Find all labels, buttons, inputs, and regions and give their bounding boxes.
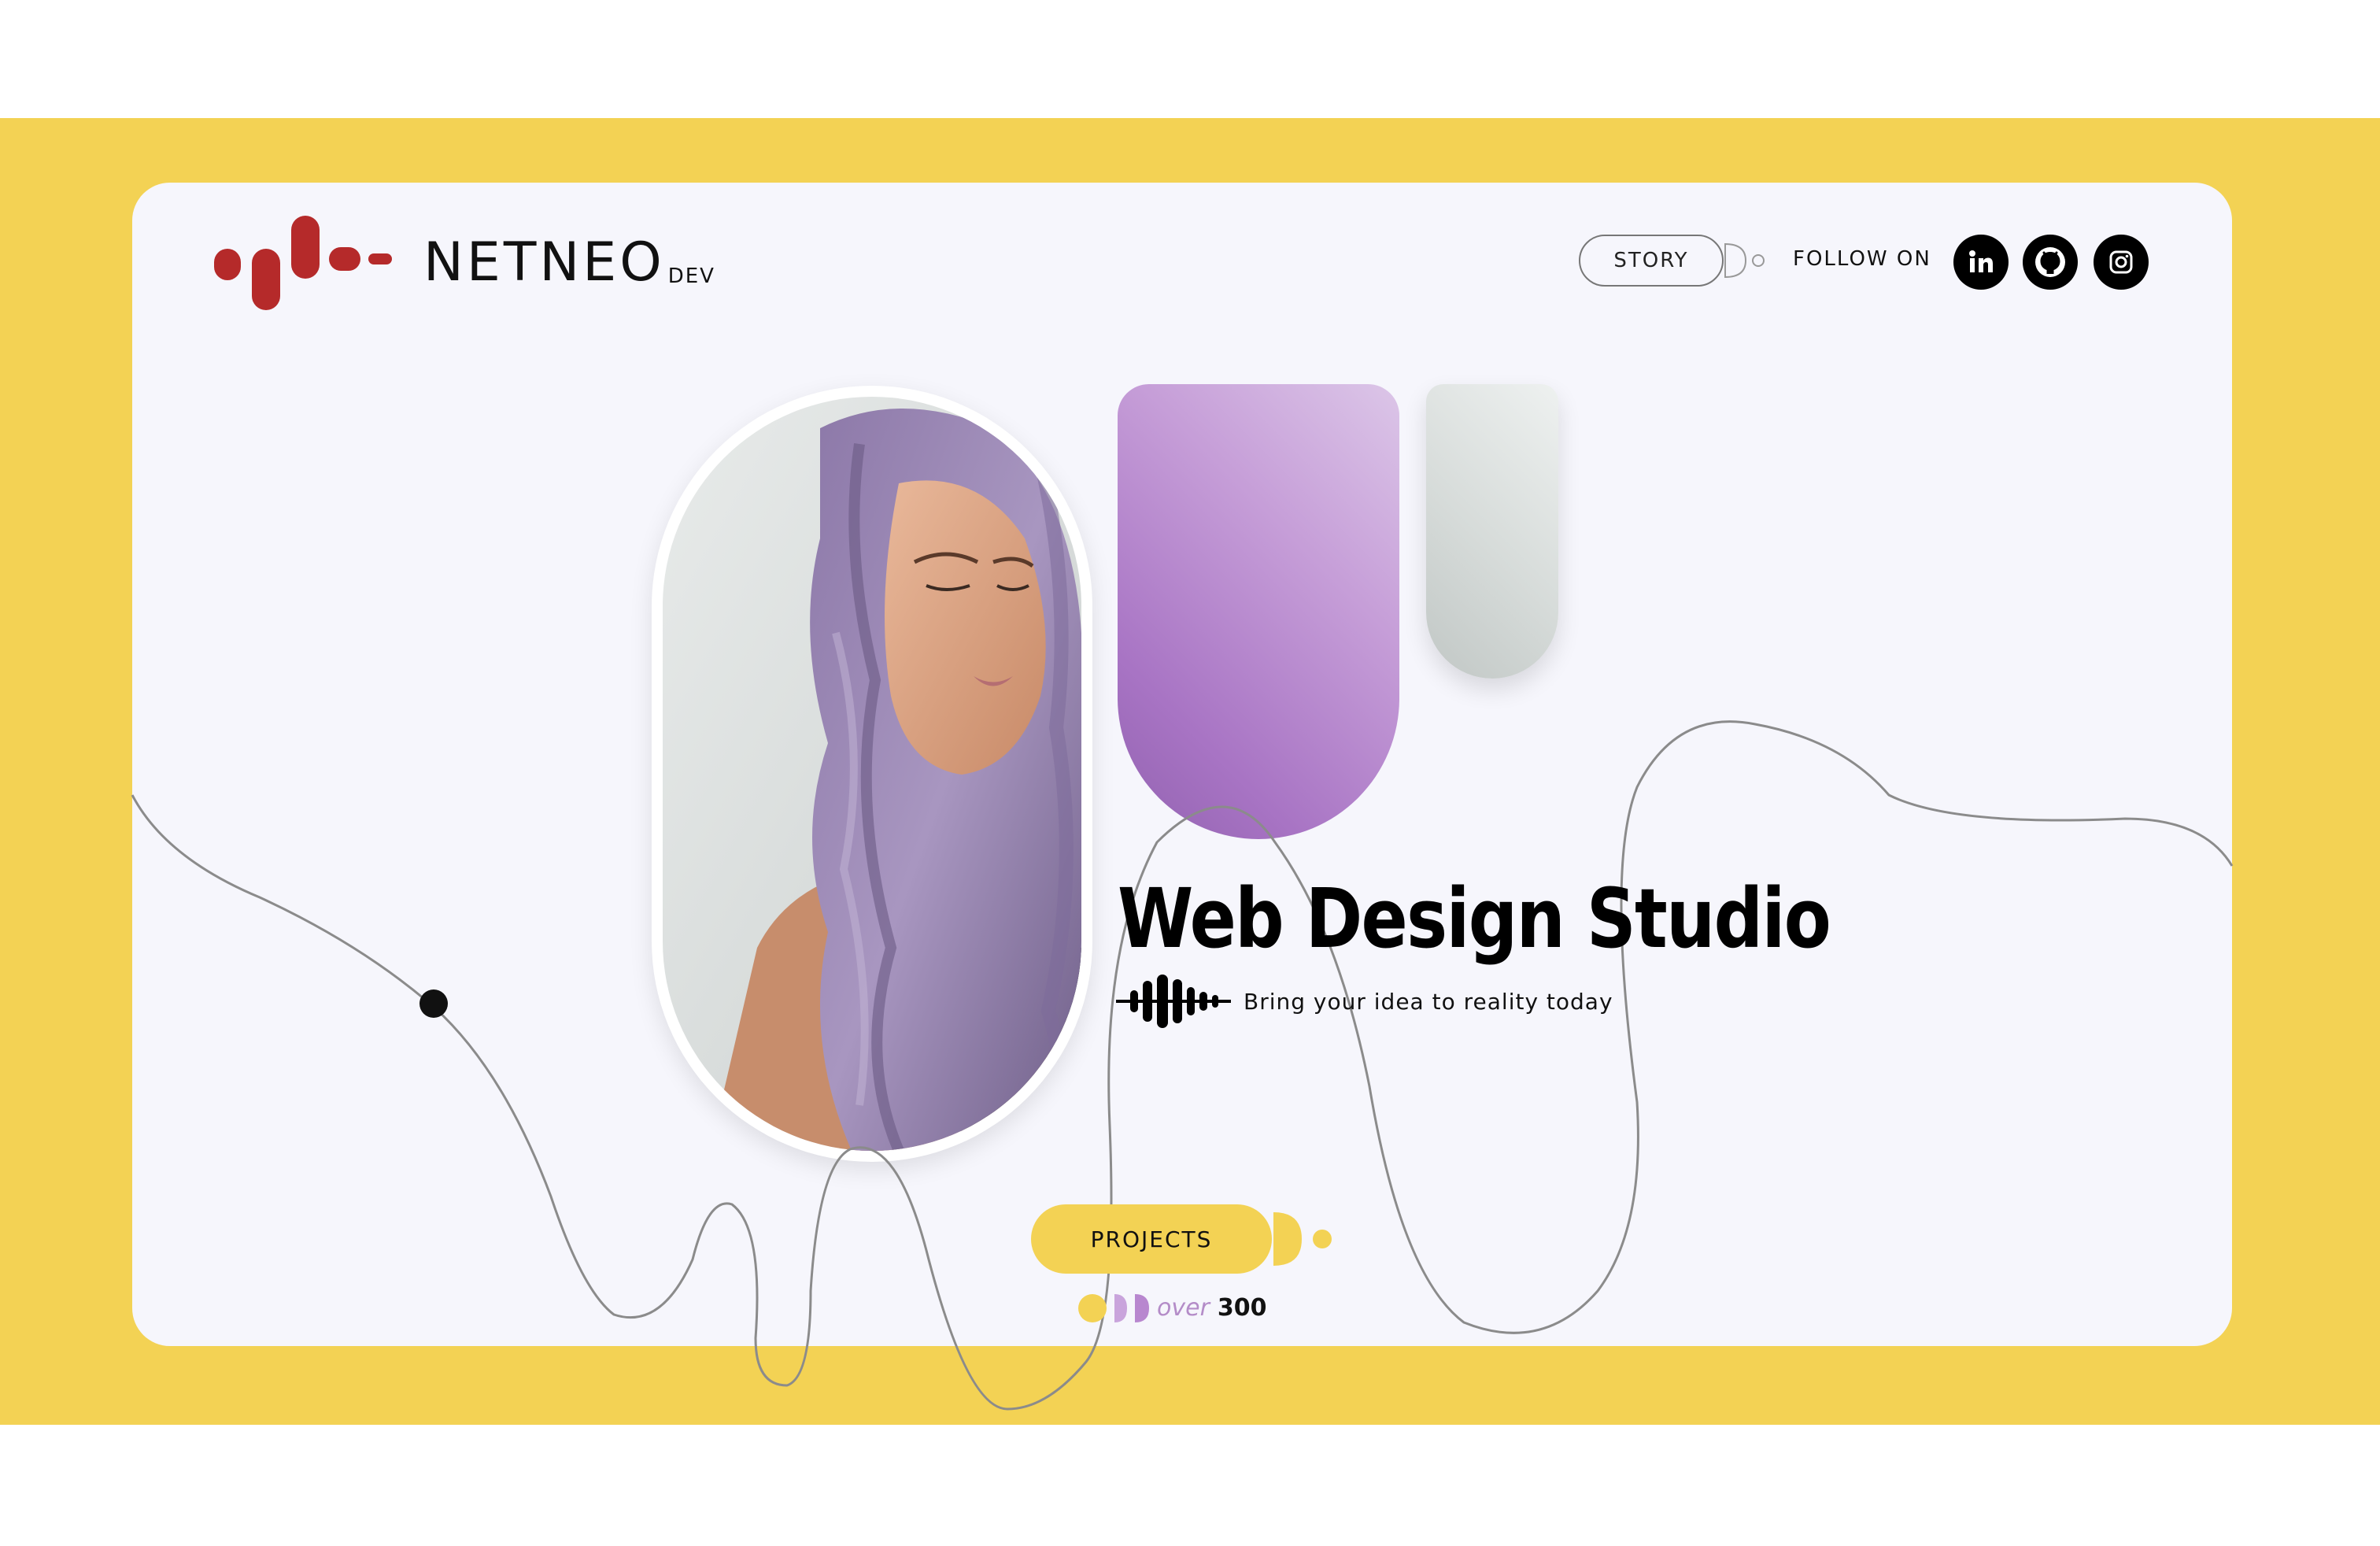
linkedin-icon[interactable] xyxy=(1953,235,2009,290)
hero-tagline: Bring your idea to reality today xyxy=(1244,989,1613,1015)
logo[interactable]: NETNEO DEV xyxy=(214,216,715,310)
logo-mark-icon xyxy=(214,216,392,310)
portrait-illustration xyxy=(663,397,1081,1151)
portrait-image xyxy=(663,397,1081,1151)
projects-button[interactable]: PROJECTS xyxy=(1031,1204,1272,1274)
portrait-frame xyxy=(652,386,1092,1162)
counter-value: 300 xyxy=(1217,1294,1267,1322)
purple-pill-shape xyxy=(1118,384,1399,839)
counter-prefix: over xyxy=(1157,1294,1210,1322)
instagram-icon[interactable] xyxy=(2094,235,2149,290)
projects-counter: over 300 xyxy=(1157,1294,1267,1322)
brand-wordmark: NETNEO DEV xyxy=(423,236,715,290)
brand-name: NETNEO xyxy=(423,231,665,294)
sound-wave-icon xyxy=(1116,975,1231,1028)
hero-title: Web Design Studio xyxy=(1118,871,1831,967)
brand-suffix: DEV xyxy=(667,264,715,288)
projects-decoration-icon xyxy=(1273,1212,1332,1266)
story-button[interactable]: STORY xyxy=(1579,235,1724,287)
follow-label: FOLLOW ON xyxy=(1793,247,1931,271)
grey-pill-shape xyxy=(1426,384,1558,679)
story-decoration-icon xyxy=(1724,242,1765,279)
counter-decoration-icon xyxy=(1078,1294,1149,1322)
github-icon[interactable] xyxy=(2023,235,2078,290)
